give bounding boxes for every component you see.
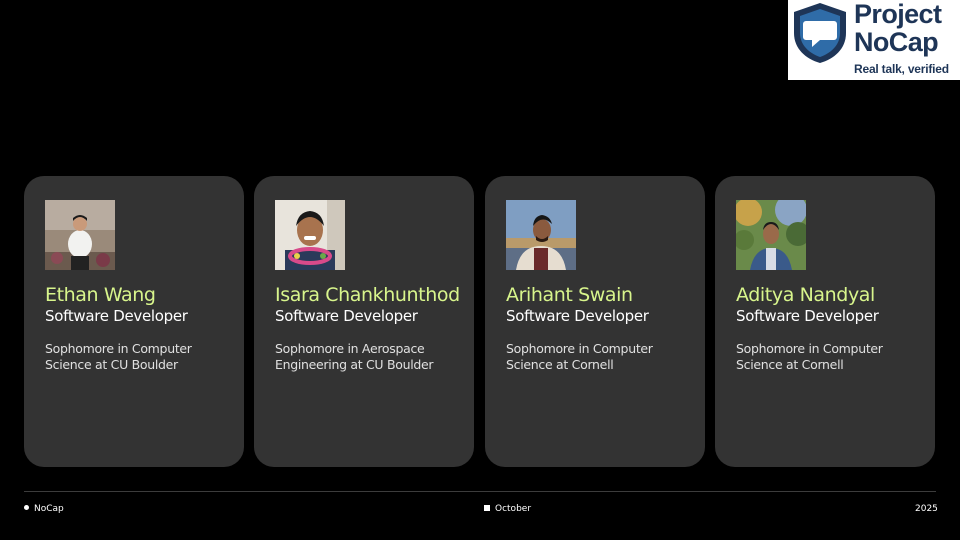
footer-right: 2025	[915, 504, 938, 514]
member-description: Sophomore in Computer Science at CU Boul…	[45, 341, 192, 372]
bullet-square-icon	[484, 505, 490, 511]
member-description: Sophomore in Computer Science at Cornell	[736, 341, 883, 372]
member-role: Software Developer	[275, 307, 418, 325]
bullet-dot-icon	[24, 505, 29, 510]
member-role: Software Developer	[506, 307, 649, 325]
member-description: Sophomore in Aerospace Engineering at CU…	[275, 341, 434, 372]
footer-month: October	[495, 504, 532, 514]
team-card-aditya-nandyal: Aditya Nandyal Software Developer Sophom…	[715, 176, 935, 467]
footer-brand: NoCap	[34, 504, 64, 514]
member-name: Isara Chankhunthod	[275, 284, 460, 306]
footer-left: NoCap	[24, 504, 64, 514]
portrait-photo	[506, 200, 576, 270]
shield-speech-bubble-icon	[794, 3, 846, 63]
member-name: Aditya Nandyal	[736, 284, 875, 306]
footer-divider	[24, 491, 936, 492]
member-name: Ethan Wang	[45, 284, 156, 306]
member-role: Software Developer	[45, 307, 188, 325]
portrait-photo	[736, 200, 806, 270]
footer-center: October	[484, 504, 531, 514]
project-nocap-logo: Project NoCap Real talk, verified	[788, 0, 960, 80]
member-name: Arihant Swain	[506, 284, 633, 306]
logo-title: Project NoCap	[854, 0, 942, 57]
member-description: Sophomore in Computer Science at Cornell	[506, 341, 653, 372]
member-role: Software Developer	[736, 307, 879, 325]
team-card-ethan-wang: Ethan Wang Software Developer Sophomore …	[24, 176, 244, 467]
logo-tagline: Real talk, verified	[854, 62, 949, 76]
portrait-photo	[275, 200, 345, 270]
team-card-isara-chankhunthod: Isara Chankhunthod Software Developer So…	[254, 176, 474, 467]
footer-year: 2025	[915, 504, 938, 514]
portrait-photo	[45, 200, 115, 270]
team-card-arihant-swain: Arihant Swain Software Developer Sophomo…	[485, 176, 705, 467]
